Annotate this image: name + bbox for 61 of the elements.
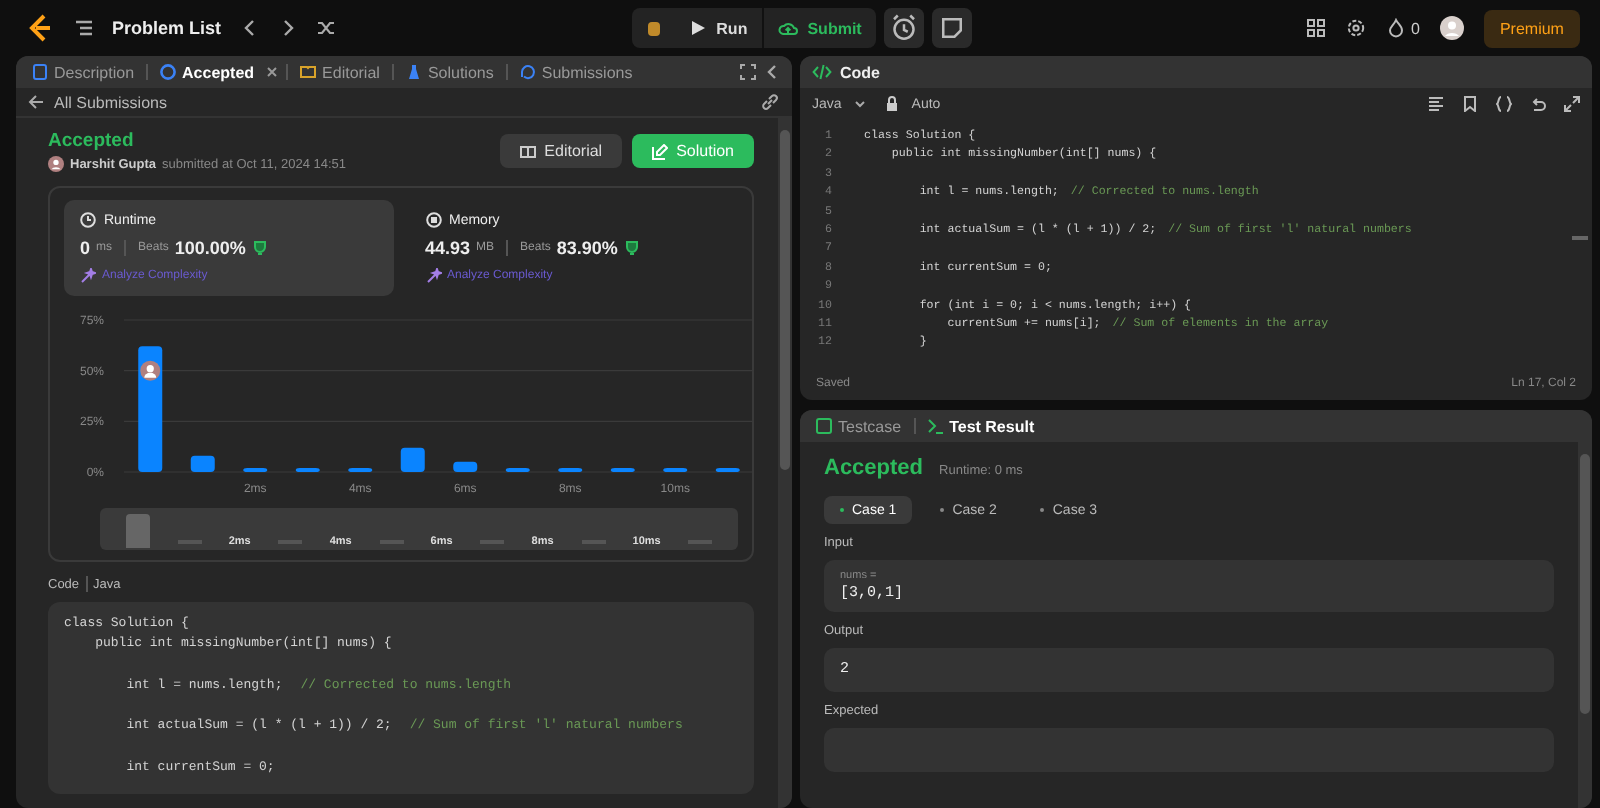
document-icon [32,64,48,80]
expand-icon[interactable] [740,64,756,80]
format-icon[interactable] [1428,96,1444,112]
beats-percent: 100.00% [174,238,246,258]
chevron-left-icon[interactable] [764,64,780,80]
expand-icon[interactable] [1564,96,1580,112]
book-icon [300,64,317,80]
play-icon [690,20,707,36]
close-icon[interactable] [266,66,279,78]
stat-value: 44.93 [425,238,471,258]
shuffle-icon[interactable] [315,18,336,38]
settings-icon[interactable] [1345,18,1366,38]
result-status: Accepted [824,456,924,480]
panel-tab[interactable]: Solutions [401,63,498,81]
note-icon[interactable] [931,8,972,48]
chevron-left-icon[interactable] [239,18,260,38]
flask-icon [405,64,422,80]
undo-icon[interactable] [1530,96,1546,112]
clock-icon [80,212,96,228]
avatar-icon [48,156,64,172]
submission-status: Accepted [48,130,136,152]
code-icon [812,62,832,82]
problem-list-link[interactable]: Problem List [112,18,222,38]
history-icon [519,64,536,80]
circle-icon [160,64,177,80]
cloud-upload-icon [777,18,798,38]
logo-icon[interactable] [24,12,56,44]
alarm-clock-icon[interactable] [883,8,924,48]
trophy-icon [623,240,640,256]
panel-tab[interactable]: Test Result [923,417,1039,435]
link-icon[interactable] [760,92,780,112]
checkbox-icon [816,418,832,434]
avatar-icon[interactable] [1439,16,1464,40]
editorial-button[interactable]: Editorial [500,134,623,168]
panel-tab[interactable]: Accepted [156,63,259,81]
panel-title: Code [840,63,880,81]
caret-icon [853,98,866,110]
panel-tab[interactable]: Submissions [515,63,637,81]
panel-tab[interactable]: Testcase [812,417,906,435]
sparkle-icon [80,268,96,284]
terminal-icon [927,418,944,434]
book-icon [520,143,537,159]
avatar-marker-icon [140,360,161,381]
grid-icon[interactable] [1305,18,1326,38]
bookmark-icon[interactable] [1462,96,1478,112]
list-icon [74,18,94,38]
submit-button[interactable]: Submit [761,8,876,48]
arrow-left-icon [28,94,44,110]
streak-count: 0 [1411,19,1420,37]
edit-icon [652,143,669,159]
trophy-icon [251,240,268,256]
sparkle-icon [425,268,441,284]
panel-tab[interactable]: Description [28,63,139,81]
premium-button[interactable]: Premium [1483,9,1580,47]
all-submissions-link[interactable]: All Submissions [28,93,167,111]
run-button[interactable]: Run [676,8,762,48]
stat-value: 0 [80,238,91,258]
panel-tab[interactable]: Editorial [296,63,384,81]
beats-percent: 83.90% [556,238,618,258]
braces-icon[interactable] [1496,96,1512,112]
lock-icon [883,96,900,112]
